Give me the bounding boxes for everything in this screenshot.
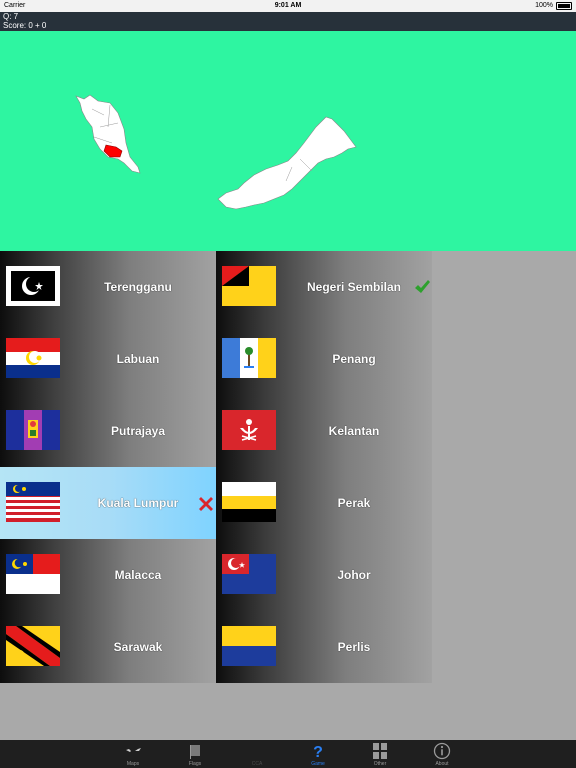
- answer-putrajaya[interactable]: Putrajaya: [0, 395, 216, 467]
- map-icon: [126, 748, 141, 752]
- tab-other[interactable]: Other: [360, 740, 400, 768]
- grid-icon: [373, 743, 387, 759]
- tab-cca[interactable]: CCA: [237, 740, 277, 768]
- perak-flag-icon: [222, 482, 276, 522]
- answer-grid: Terengganu Labuan Putrajaya Kuala Lumpur: [0, 251, 432, 683]
- answer-penang[interactable]: Penang: [216, 323, 432, 395]
- answer-negeri-sembilan[interactable]: Negeri Sembilan: [216, 251, 432, 323]
- answer-sarawak[interactable]: Sarawak: [0, 611, 216, 683]
- question-counter: Q: 7: [3, 12, 19, 21]
- peninsula-shape: [75, 94, 141, 174]
- tab-label: Flags: [188, 761, 202, 767]
- battery-percent: 100%: [535, 2, 553, 9]
- correct-check-icon: [415, 280, 430, 293]
- tab-maps[interactable]: Maps: [113, 740, 153, 768]
- info-icon: [433, 742, 451, 760]
- status-time: 9:01 AM: [274, 2, 302, 9]
- answer-terengganu[interactable]: Terengganu: [0, 251, 216, 323]
- answer-label: Perak: [337, 496, 371, 510]
- battery-status: 100%: [535, 0, 572, 12]
- question-icon: ?: [313, 744, 323, 760]
- tab-bar: Maps Flags CCA ? Game Other About: [0, 740, 576, 768]
- answer-label: Malacca: [114, 568, 162, 582]
- tab-game[interactable]: ? Game: [298, 740, 338, 768]
- negeri-sembilan-flag-icon: [222, 266, 276, 306]
- flag-icon: [190, 745, 200, 759]
- malaysia-map: [0, 31, 576, 251]
- tab-label: Game: [311, 761, 325, 767]
- wrong-x-icon: [199, 497, 213, 511]
- answer-labuan[interactable]: Labuan: [0, 323, 216, 395]
- tab-flags[interactable]: Flags: [175, 740, 215, 768]
- perlis-flag-icon: [222, 626, 276, 666]
- kelantan-flag-icon: [222, 410, 276, 450]
- answer-label: Labuan: [116, 352, 160, 366]
- answer-label: Penang: [332, 352, 376, 366]
- score-label: Score: 0 + 0: [3, 21, 47, 30]
- tab-label: Other: [373, 761, 387, 767]
- answer-kuala-lumpur[interactable]: Kuala Lumpur: [0, 467, 216, 539]
- battery-icon: [556, 2, 572, 10]
- kuala-lumpur-flag-icon: [6, 482, 60, 522]
- tab-label: CCA: [251, 761, 263, 767]
- answer-label: Perlis: [337, 640, 371, 654]
- answer-johor[interactable]: Johor: [216, 539, 432, 611]
- answer-label: Putrajaya: [110, 424, 166, 438]
- answer-label: Kuala Lumpur: [97, 496, 179, 510]
- tab-label: About: [435, 761, 449, 767]
- putrajaya-flag-icon: [6, 410, 60, 450]
- labuan-flag-icon: [6, 338, 60, 378]
- answer-label: Kelantan: [328, 424, 380, 438]
- answer-perak[interactable]: Perak: [216, 467, 432, 539]
- svg-text:?: ?: [313, 744, 323, 760]
- borneo-shape: [217, 116, 357, 210]
- answer-label: Negeri Sembilan: [306, 280, 402, 294]
- answer-kelantan[interactable]: Kelantan: [216, 395, 432, 467]
- answer-label: Sarawak: [113, 640, 163, 654]
- malacca-flag-icon: [6, 554, 60, 594]
- tab-label: Maps: [126, 761, 140, 767]
- tab-about[interactable]: About: [422, 740, 462, 768]
- johor-flag-icon: [222, 554, 276, 594]
- status-bar: Carrier 9:01 AM 100%: [0, 0, 576, 12]
- answer-perlis[interactable]: Perlis: [216, 611, 432, 683]
- game-info-bar: Q: 7 Score: 0 + 0: [0, 12, 576, 31]
- answer-malacca[interactable]: Malacca: [0, 539, 216, 611]
- penang-flag-icon: [222, 338, 276, 378]
- terengganu-flag-icon: [6, 266, 60, 306]
- answer-label: Johor: [337, 568, 371, 582]
- answer-label: Terengganu: [104, 280, 172, 294]
- map-svg: [75, 94, 357, 210]
- sarawak-flag-icon: [6, 626, 60, 666]
